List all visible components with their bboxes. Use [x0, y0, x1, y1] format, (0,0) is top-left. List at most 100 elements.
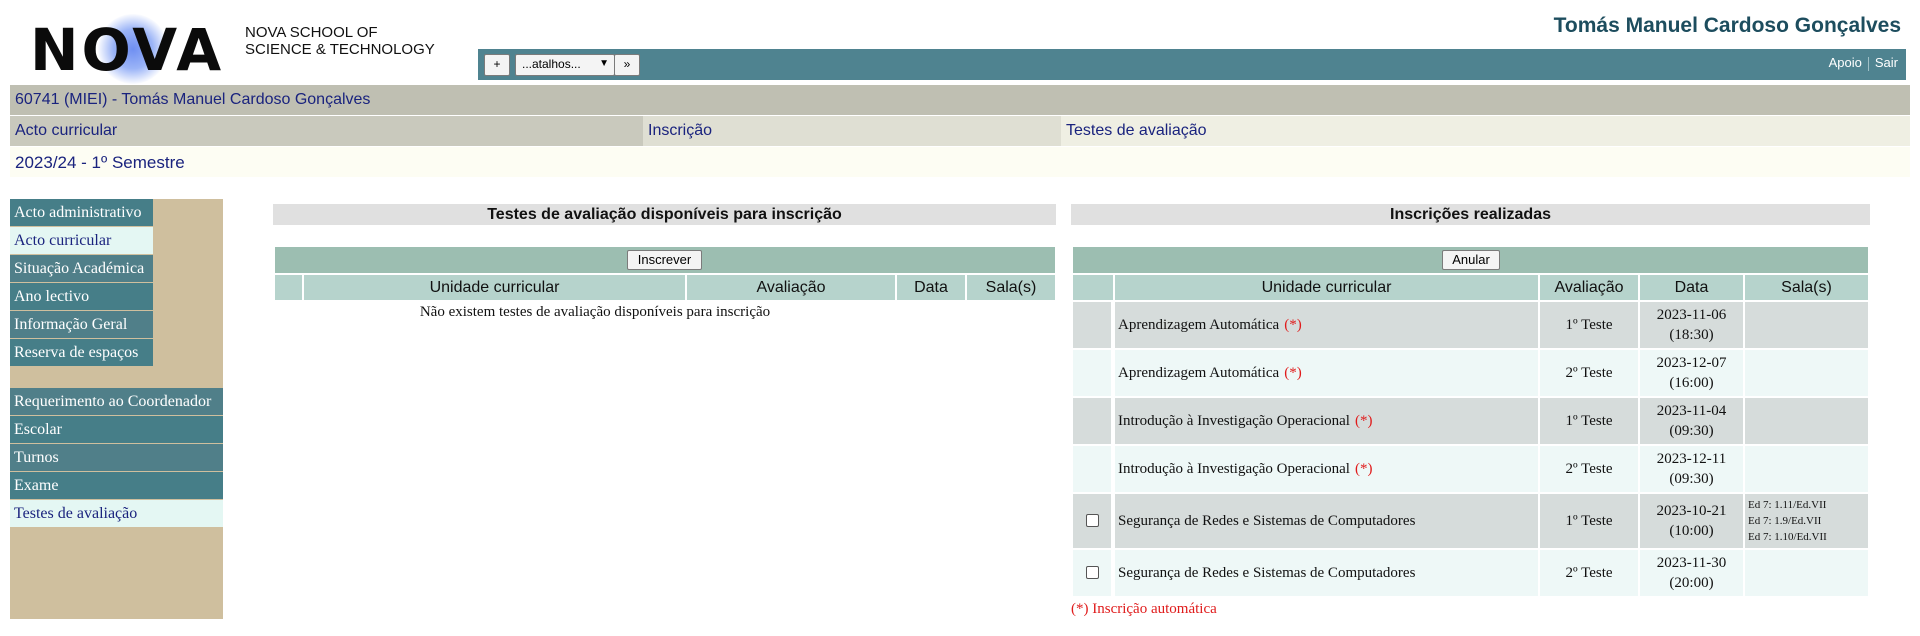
row-select-cell	[1073, 550, 1111, 596]
chevron-down-icon: ▼	[599, 58, 609, 69]
user-name: Tomás Manuel Cardoso Gonçalves	[1553, 14, 1901, 37]
date-value: 2023-12-11	[1656, 451, 1727, 467]
course-cell: Aprendizagem Automática (*)	[1113, 350, 1538, 396]
date-value: 2023-12-07	[1656, 355, 1727, 371]
auto-registration-mark: (*)	[1284, 316, 1302, 333]
table-row: Segurança de Redes e Sistemas de Computa…	[1073, 494, 1868, 548]
sidebar-item-acto-administrativo[interactable]: Acto administrativo	[10, 199, 153, 226]
column-header-salas: Sala(s)	[1743, 275, 1868, 300]
date-cell: 2023-10-21 (10:00)	[1638, 494, 1743, 548]
link-divider	[1867, 56, 1869, 71]
date-cell: 2023-11-06 (18:30)	[1638, 302, 1743, 348]
rooms-cell	[1743, 302, 1868, 348]
course-cell: Introdução à Investigação Operacional (*)	[1113, 398, 1538, 444]
school-name: NOVA SCHOOL OF SCIENCE & TECHNOLOGY	[245, 24, 435, 58]
rooms-cell	[1743, 398, 1868, 444]
empty-message: Não existem testes de avaliação disponív…	[419, 304, 771, 320]
sidebar-item-testes-avaliacao[interactable]: Testes de avaliação	[10, 500, 223, 527]
date-cell: 2023-11-04 (09:30)	[1638, 398, 1743, 444]
available-tests-title: Testes de avaliação disponíveis para ins…	[273, 204, 1056, 225]
course-name: Introdução à Investigação Operacional	[1118, 460, 1350, 477]
time-value: (20:00)	[1669, 575, 1714, 591]
school-name-line1: NOVA SCHOOL OF	[245, 24, 378, 41]
breadcrumb-acto-curricular[interactable]: Acto curricular	[10, 116, 643, 146]
room-value: Ed 7: 1.11/Ed.VII	[1748, 499, 1827, 511]
room-value: Ed 7: 1.9/Ed.VII	[1748, 515, 1822, 527]
sidebar-item-reserva-espacos[interactable]: Reserva de espaços	[10, 339, 153, 366]
time-value: (18:30)	[1669, 327, 1714, 343]
room-value: Ed 7: 1.10/Ed.VII	[1748, 531, 1827, 543]
row-checkbox[interactable]	[1086, 514, 1099, 527]
course-cell: Aprendizagem Automática (*)	[1113, 302, 1538, 348]
date-cell: 2023-12-07 (16:00)	[1638, 350, 1743, 396]
course-cell: Introdução à Investigação Operacional (*)	[1113, 446, 1538, 492]
rooms-cell: Ed 7: 1.11/Ed.VII Ed 7: 1.9/Ed.VII Ed 7:…	[1743, 494, 1868, 548]
column-header-avaliacao: Avaliação	[1538, 275, 1638, 300]
registrations-table-header: Unidade curricular Avaliação Data Sala(s…	[1073, 275, 1868, 300]
sidebar-item-escolar[interactable]: Escolar	[10, 416, 223, 443]
rooms-cell	[1743, 550, 1868, 596]
evaluation-cell: 2º Teste	[1538, 550, 1638, 596]
anular-button[interactable]: Anular	[1442, 250, 1500, 270]
breadcrumb-inscricao[interactable]: Inscrição	[643, 116, 1061, 146]
auto-registration-mark: (*)	[1354, 412, 1373, 429]
evaluation-cell: 1º Teste	[1538, 302, 1638, 348]
evaluation-cell: 1º Teste	[1538, 398, 1638, 444]
row-select-cell	[1073, 350, 1111, 396]
shortcut-select[interactable]: ...atalhos... ▼	[515, 54, 615, 76]
course-name: Introdução à Investigação Operacional	[1118, 412, 1350, 429]
logout-link[interactable]: Sair	[1875, 55, 1898, 70]
shortcut-select-value: ...atalhos...	[522, 57, 581, 71]
sidebar-item-situacao-academica[interactable]: Situação Académica	[10, 255, 153, 282]
breadcrumb-testes-avaliacao[interactable]: Testes de avaliação	[1061, 116, 1910, 146]
help-link[interactable]: Apoio	[1829, 55, 1862, 70]
time-value: (10:00)	[1669, 523, 1714, 539]
available-action-bar: Inscrever	[275, 247, 1055, 273]
student-label[interactable]: 60741 (MIEI) - Tomás Manuel Cardoso Gonç…	[15, 91, 370, 109]
course-name: Segurança de Redes e Sistemas de Computa…	[1118, 512, 1416, 529]
row-checkbox[interactable]	[1086, 566, 1099, 579]
column-header-unidade: Unidade curricular	[302, 275, 685, 300]
row-select-cell	[1073, 302, 1111, 348]
table-row: Aprendizagem Automática (*) 1º Teste 2023…	[1073, 302, 1868, 348]
evaluation-cell: 1º Teste	[1538, 494, 1638, 548]
registrations-action-bar: Anular	[1073, 247, 1868, 273]
auto-registration-legend: (*) Inscrição automática	[1071, 601, 1217, 617]
logo-wordmark: NOVA	[30, 16, 225, 84]
next-button[interactable]: »	[614, 54, 640, 76]
course-name: Segurança de Redes e Sistemas de Computa…	[1118, 564, 1416, 581]
available-table-header: Unidade curricular Avaliação Data Sala(s…	[275, 275, 1055, 300]
sidebar-item-acto-curricular[interactable]: Acto curricular	[10, 227, 153, 254]
school-name-line2: SCIENCE & TECHNOLOGY	[245, 41, 435, 58]
date-value: 2023-10-21	[1656, 503, 1727, 519]
sidebar-item-exame[interactable]: Exame	[10, 472, 223, 499]
select-column-header	[275, 275, 302, 300]
sidebar-item-informacao-geral[interactable]: Informação Geral	[10, 311, 153, 338]
sidebar-item-ano-lectivo[interactable]: Ano lectivo	[10, 283, 153, 310]
auto-registration-mark: (*)	[1284, 364, 1302, 381]
row-select-cell	[1073, 494, 1111, 548]
breadcrumb: Acto curricular Inscrição Testes de aval…	[10, 116, 1910, 146]
toolbar-links: Apoio Sair	[1823, 55, 1898, 71]
sidebar-item-requerimento-coordenador[interactable]: Requerimento ao Coordenador	[10, 388, 223, 415]
inscrever-button[interactable]: Inscrever	[627, 250, 702, 270]
auto-registration-mark: (*)	[1354, 460, 1373, 477]
time-value: (16:00)	[1669, 375, 1714, 391]
plus-button[interactable]: +	[484, 54, 510, 76]
table-row: Aprendizagem Automática (*) 2º Teste 2023…	[1073, 350, 1868, 396]
column-header-data: Data	[1638, 275, 1743, 300]
sidebar-item-turnos[interactable]: Turnos	[10, 444, 223, 471]
date-cell: 2023-12-11 (09:30)	[1638, 446, 1743, 492]
table-row: Introdução à Investigação Operacional (*)…	[1073, 446, 1868, 492]
date-value: 2023-11-04	[1656, 403, 1727, 419]
course-cell: Segurança de Redes e Sistemas de Computa…	[1113, 550, 1538, 596]
table-row: Introdução à Investigação Operacional (*)…	[1073, 398, 1868, 444]
date-cell: 2023-11-30 (20:00)	[1638, 550, 1743, 596]
semester-label: 2023/24 - 1º Semestre	[15, 153, 185, 172]
semester-bar: 2023/24 - 1º Semestre	[10, 147, 1910, 177]
column-header-avaliacao: Avaliação	[685, 275, 895, 300]
rooms-cell	[1743, 350, 1868, 396]
course-cell: Segurança de Redes e Sistemas de Computa…	[1113, 494, 1538, 548]
row-select-cell	[1073, 398, 1111, 444]
registrations-title: Inscrições realizadas	[1071, 204, 1870, 225]
